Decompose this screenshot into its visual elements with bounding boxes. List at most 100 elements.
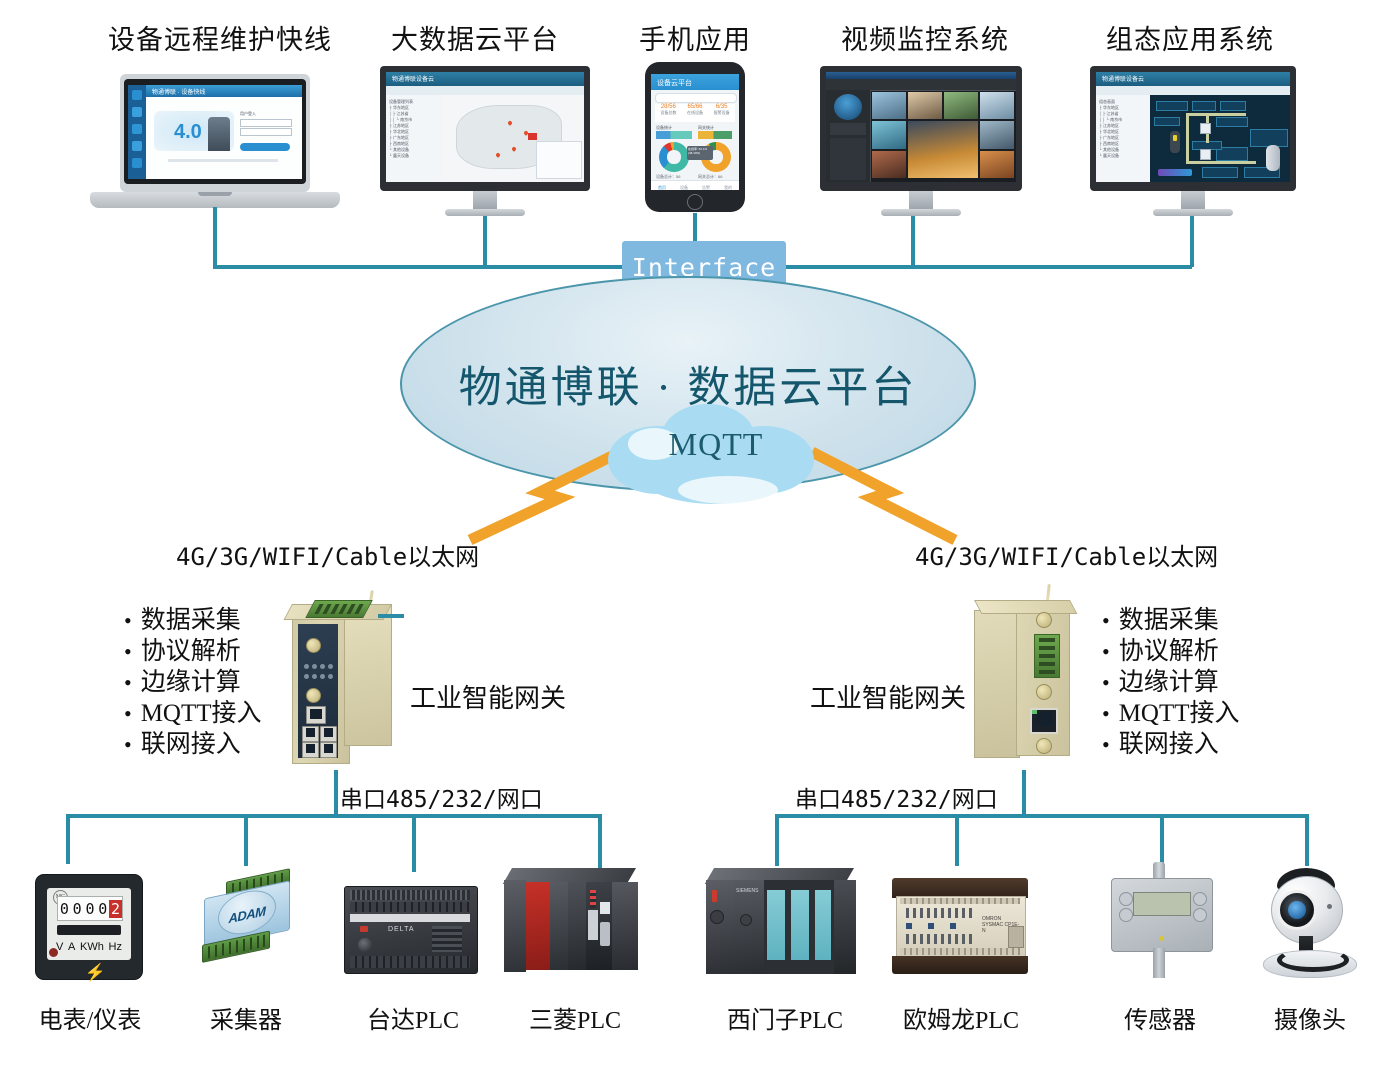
mqtt-cloud[interactable]: MQTT xyxy=(596,398,836,510)
camera-lens xyxy=(1277,890,1317,930)
bigdata-screen: 物通博联设备云 设备管理列表 ├ 华东地区 │ ├ 江苏省 │ │ └ 南京市 ├ … xyxy=(386,72,584,182)
phone-tab[interactable]: 告警 xyxy=(695,181,717,190)
device-adam-collector: ADAM xyxy=(190,868,300,980)
video-cell[interactable] xyxy=(980,92,1014,120)
device-mitsubishi-plc xyxy=(500,866,642,978)
laptop-login-button[interactable] xyxy=(240,143,290,151)
feature-item: 联网接入 xyxy=(1102,729,1240,760)
feature-item: 数据采集 xyxy=(124,605,262,636)
phone-home-button[interactable] xyxy=(687,194,703,210)
scada-pump-icon[interactable] xyxy=(1200,149,1211,160)
scada-tree: 组态画面 ├ 华东地区 │ ├ 江苏省 │ │ └ 南京市 ├ 江苏地区 ├ 华北地区… xyxy=(1099,99,1123,158)
gateway-left-sidearm xyxy=(378,614,404,618)
downlink-label-right: 串口485/232/网口 xyxy=(795,787,998,813)
meter-indicator-led xyxy=(49,948,58,957)
scada-pipe xyxy=(1186,113,1246,116)
drop-adam xyxy=(244,814,248,866)
gateway-left-features: 数据采集 协议解析 边缘计算 MQTT接入 联网接入 xyxy=(124,605,262,760)
phone-tab[interactable]: 首页 xyxy=(651,181,673,190)
laptop-app-title: 物通博联 · 设备快线 xyxy=(152,90,206,96)
delta-terminal-top xyxy=(350,902,470,912)
camera-clip-arm xyxy=(1277,948,1349,972)
scada-data-block xyxy=(1192,101,1216,111)
video-cell[interactable] xyxy=(908,92,942,120)
meter-unit: A xyxy=(67,941,76,954)
drop-siemens xyxy=(775,814,779,866)
monitor-stand xyxy=(1181,191,1205,211)
device-gateway-left xyxy=(282,589,402,777)
sensor-button-up[interactable] xyxy=(1193,892,1207,906)
scada-pump-icon[interactable] xyxy=(1200,123,1211,134)
laptop-dock-icon xyxy=(132,158,142,168)
map-flag-icon xyxy=(528,133,537,140)
laptop-password-field[interactable] xyxy=(240,128,292,136)
device-camera xyxy=(1255,866,1365,980)
laptop-footer-text xyxy=(168,159,278,162)
laptop-dock-icon xyxy=(132,107,142,117)
camera-mic-dot xyxy=(1327,904,1332,909)
device-phone: 设备云平台 28/56 设备总数 65/66 在线设备 6/35 报警设备 设备… xyxy=(645,62,745,214)
phone-search-input[interactable] xyxy=(655,93,737,103)
delta-brand: DELTA xyxy=(388,926,415,933)
device-label-meter: 电表/仪表 xyxy=(38,1008,142,1034)
video-cell[interactable] xyxy=(872,121,906,149)
device-label-camera: 摄像头 xyxy=(1274,1008,1346,1034)
phone-tab[interactable]: 设备 xyxy=(673,181,695,190)
feature-item: 边缘计算 xyxy=(124,667,262,698)
sensor-button-b[interactable] xyxy=(1119,892,1133,906)
video-grid[interactable] xyxy=(870,90,1016,182)
video-cell[interactable] xyxy=(908,121,978,178)
scada-canvas[interactable] xyxy=(1150,95,1290,182)
meter-unit-labels: V A KWh Hz xyxy=(54,941,125,953)
sensor-button-c[interactable] xyxy=(1119,908,1133,922)
omron-top-rail xyxy=(892,878,1028,898)
omron-bottom-rail xyxy=(892,956,1028,974)
scada-data-block xyxy=(1156,101,1188,111)
feature-item: 边缘计算 xyxy=(1102,667,1240,698)
scada-tree-panel[interactable]: 组态画面 ├ 华东地区 │ ├ 江苏省 │ │ └ 南京市 ├ 江苏地区 ├ 华北地区… xyxy=(1096,95,1151,182)
map-info-panel xyxy=(536,141,582,179)
scada-data-block xyxy=(1220,101,1246,111)
meter-digit: 0 xyxy=(85,899,95,918)
fieldbus-left xyxy=(66,814,600,818)
video-preset-grid[interactable] xyxy=(830,123,866,135)
delta-power-led xyxy=(360,926,368,932)
phone-tab[interactable]: 我的 xyxy=(717,181,739,190)
phone-stat: 6/35 报警设备 xyxy=(713,104,730,115)
video-cell[interactable] xyxy=(980,150,1014,178)
delta-top-vents xyxy=(350,890,470,900)
drop-sensor xyxy=(1160,814,1164,864)
scada-conveyor xyxy=(1158,169,1192,176)
device-delta-plc: DELTA xyxy=(340,880,480,978)
drop-mitsubishi xyxy=(598,814,602,872)
video-control-panel[interactable] xyxy=(826,90,871,182)
drop-delta xyxy=(412,814,416,872)
sensor-button-down[interactable] xyxy=(1193,908,1207,922)
drop-omron xyxy=(955,814,959,866)
sma-antenna-connector xyxy=(306,688,321,703)
video-cell[interactable] xyxy=(980,121,1014,149)
mitsu-power-module xyxy=(504,880,526,972)
sensor-probe-stem xyxy=(1153,948,1165,978)
sma-antenna-connector xyxy=(1036,684,1052,700)
sma-antenna-connector xyxy=(306,638,321,653)
video-cell[interactable] xyxy=(944,92,978,120)
laptop-username-field[interactable] xyxy=(240,119,292,127)
phone-donut-chart-left[interactable] xyxy=(659,142,689,172)
meter-digit: 0 xyxy=(59,899,69,918)
phone-tabbar[interactable]: 首页 设备 告警 我的 xyxy=(651,180,739,190)
terminal-block-green xyxy=(1034,634,1060,678)
video-channel-tree[interactable] xyxy=(830,138,866,180)
video-cell[interactable] xyxy=(872,150,906,178)
ptz-joystick-icon[interactable] xyxy=(834,94,862,120)
mitsu-module xyxy=(612,882,638,970)
adam-assembly: ADAM xyxy=(196,868,292,972)
app-label-video-surveillance: 视频监控系统 xyxy=(841,25,1009,55)
bigdata-tree-panel[interactable]: 设备管理列表 ├ 华东地区 │ ├ 江苏省 │ │ └ 南京市 ├ 江苏地区 ├ 华北… xyxy=(386,95,443,182)
fieldbus-right xyxy=(775,814,1305,818)
app-label-mobile-app: 手机应用 xyxy=(639,25,751,55)
bigdata-map[interactable] xyxy=(442,95,584,182)
scada-titlebar: 物通博联设备云 xyxy=(1096,72,1290,86)
monitor-stand xyxy=(473,191,497,211)
video-cell[interactable] xyxy=(872,92,906,120)
